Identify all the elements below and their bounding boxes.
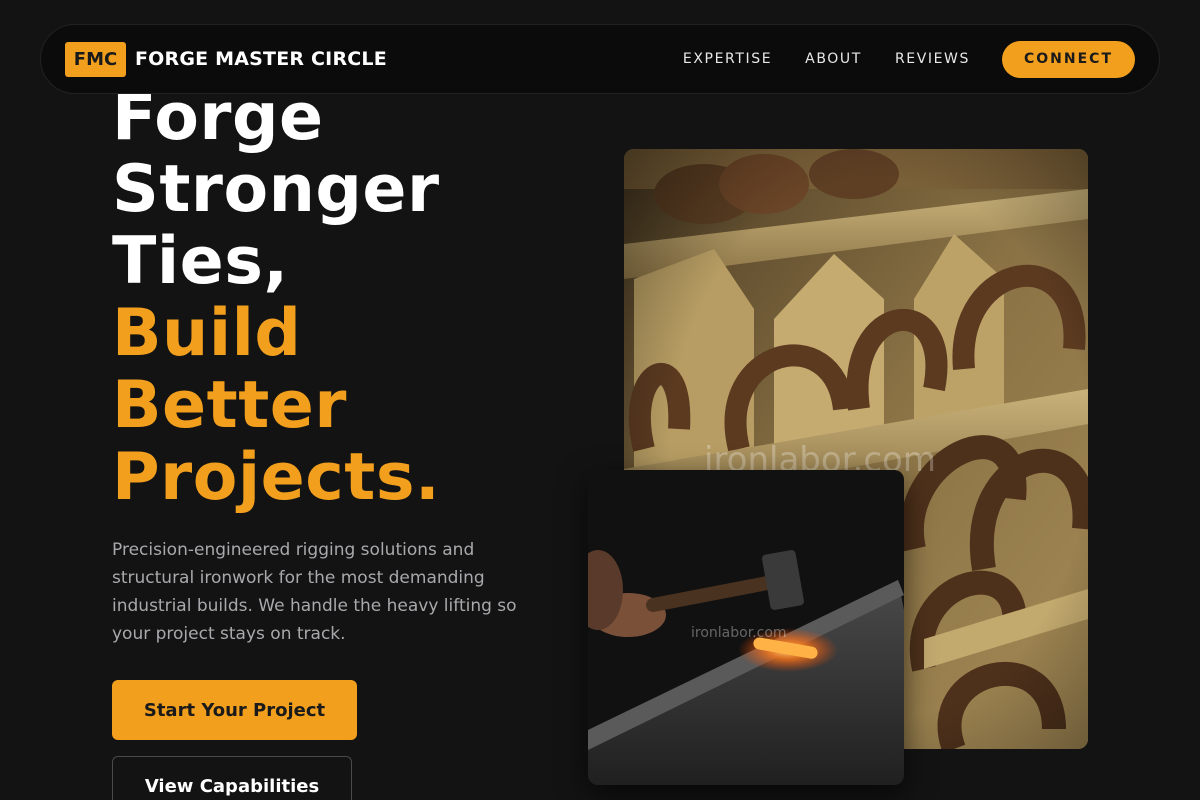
headline-accent-line: Better (112, 368, 347, 443)
nav-link-expertise[interactable]: EXPERTISE (683, 51, 772, 67)
hero-description: Precision-engineered rigging solutions a… (112, 540, 517, 644)
nav-link-about[interactable]: ABOUT (805, 51, 862, 67)
headline-accent-line: Build (112, 296, 302, 371)
start-project-button[interactable]: Start Your Project (112, 680, 357, 740)
headline-accent-line: Projects. (112, 440, 441, 515)
headline-line: Stronger (112, 152, 440, 227)
brand-name[interactable]: FORGE MASTER CIRCLE (135, 48, 387, 70)
page: FMC FORGE MASTER CIRCLE EXPERTISE ABOUT … (0, 0, 1200, 800)
nav-links: EXPERTISE ABOUT REVIEWS (683, 51, 970, 67)
blacksmith-hammer-image: ironlabor.com (588, 470, 904, 785)
view-capabilities-button[interactable]: View Capabilities (112, 756, 352, 800)
nav-link-reviews[interactable]: REVIEWS (895, 51, 970, 67)
small-watermark: ironlabor.com (691, 625, 787, 641)
logo-badge[interactable]: FMC (65, 41, 126, 77)
connect-button[interactable]: CONNECT (1002, 40, 1135, 78)
headline-line: Ties, (112, 224, 289, 299)
hero-headline: Forge Stronger Ties, Build Better Projec… (112, 82, 592, 514)
top-nav: FMC FORGE MASTER CIRCLE EXPERTISE ABOUT … (40, 24, 1160, 94)
